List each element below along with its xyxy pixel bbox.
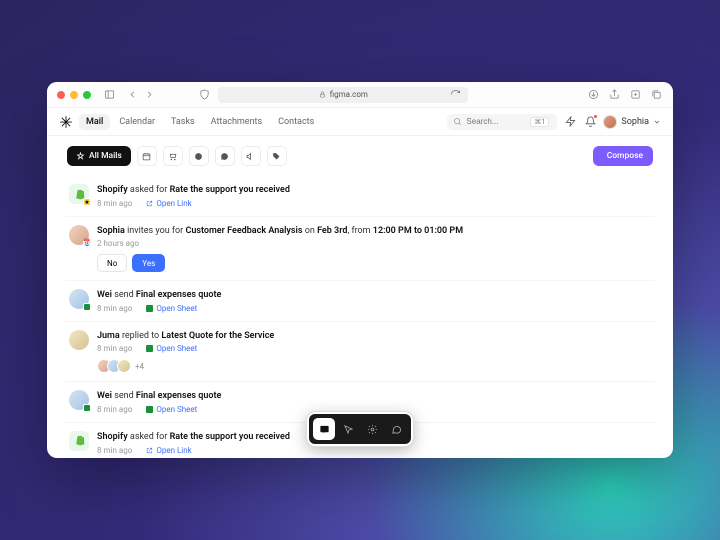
- notifications-icon[interactable]: [583, 115, 597, 129]
- filter-audio-icon[interactable]: [241, 146, 261, 166]
- tab-tasks[interactable]: Tasks: [164, 114, 202, 130]
- shopify-avatar-icon: ★: [69, 184, 89, 204]
- chevron-down-icon: [653, 118, 661, 126]
- tab-contacts[interactable]: Contacts: [271, 114, 321, 130]
- minimize-window-icon[interactable]: [70, 91, 78, 99]
- filter-tag-icon[interactable]: [267, 146, 287, 166]
- feed-time: 8 min ago: [97, 446, 132, 455]
- feed-item[interactable]: 📅 Sophia invites you for Customer Feedba…: [65, 217, 655, 282]
- open-sheet-link[interactable]: Open Sheet: [146, 405, 197, 414]
- feed-time: 8 min ago: [97, 199, 132, 208]
- decline-button[interactable]: No: [97, 254, 127, 272]
- calendar-badge-icon: 📅: [83, 239, 91, 247]
- person-avatar-icon: [69, 289, 89, 309]
- search-box[interactable]: ⌘1: [447, 114, 557, 130]
- url-text: figma.com: [330, 90, 368, 99]
- user-avatar-icon: [603, 115, 617, 129]
- app-logo-icon: [59, 115, 73, 129]
- tabs-overview-icon[interactable]: [650, 88, 663, 101]
- feed-title: Shopify asked for Rate the support you r…: [97, 184, 651, 197]
- floating-dock: [307, 412, 413, 446]
- person-avatar-icon: [69, 330, 89, 350]
- feed-item[interactable]: Juma replied to Latest Quote for the Ser…: [65, 322, 655, 383]
- person-avatar-icon: [69, 390, 89, 410]
- open-sheet-link[interactable]: Open Sheet: [146, 304, 197, 313]
- nav-tabs: Mail Calendar Tasks Attachments Contacts: [79, 114, 321, 130]
- back-icon[interactable]: [126, 88, 139, 101]
- sheet-badge-icon: [83, 404, 91, 412]
- sidebar-toggle-icon[interactable]: [103, 88, 116, 101]
- forward-icon[interactable]: [143, 88, 156, 101]
- mail-toolbar: All Mails Compose: [65, 146, 655, 166]
- feed-time: 2 hours ago: [97, 239, 139, 248]
- dock-image-icon[interactable]: [313, 418, 335, 440]
- feed-item[interactable]: ★ Shopify asked for Rate the support you…: [65, 176, 655, 217]
- user-name: Sophia: [621, 117, 649, 127]
- search-shortcut: ⌘1: [530, 117, 549, 127]
- app-header: Mail Calendar Tasks Attachments Contacts…: [47, 108, 673, 136]
- download-icon[interactable]: [587, 88, 600, 101]
- close-window-icon[interactable]: [57, 91, 65, 99]
- more-count: +4: [135, 362, 144, 371]
- dock-settings-icon[interactable]: [361, 418, 383, 440]
- accept-button[interactable]: Yes: [132, 254, 165, 272]
- app-window: figma.com Mail Calendar Tasks Attachment…: [47, 82, 673, 458]
- search-input[interactable]: [466, 117, 526, 126]
- search-icon: [453, 117, 462, 126]
- shopify-avatar-icon: [69, 431, 89, 451]
- flash-icon[interactable]: [563, 115, 577, 129]
- open-sheet-link[interactable]: Open Sheet: [146, 344, 197, 353]
- browser-chrome: figma.com: [47, 82, 673, 108]
- maximize-window-icon[interactable]: [83, 91, 91, 99]
- feed-title: Wei send Final expenses quote: [97, 289, 651, 302]
- new-tab-icon[interactable]: [629, 88, 642, 101]
- filter-calendar-icon[interactable]: [137, 146, 157, 166]
- tab-attachments[interactable]: Attachments: [204, 114, 269, 130]
- compose-button[interactable]: Compose: [593, 146, 653, 166]
- feed-title: Sophia invites you for Customer Feedback…: [97, 225, 651, 238]
- filter-chat-icon[interactable]: [215, 146, 235, 166]
- traffic-lights: [57, 91, 91, 99]
- star-badge-icon: ★: [83, 198, 91, 206]
- feed-time: 8 min ago: [97, 344, 132, 353]
- filter-clock-icon[interactable]: [189, 146, 209, 166]
- privacy-shield-icon: [198, 88, 211, 101]
- user-menu[interactable]: Sophia: [603, 115, 661, 129]
- share-icon[interactable]: [608, 88, 621, 101]
- url-bar[interactable]: figma.com: [218, 87, 468, 103]
- feed-time: 8 min ago: [97, 304, 132, 313]
- person-avatar-icon: 📅: [69, 225, 89, 245]
- feed-title: Wei send Final expenses quote: [97, 390, 651, 403]
- dock-chat-icon[interactable]: [385, 418, 407, 440]
- avatar-icon: [117, 359, 131, 373]
- sheet-badge-icon: [83, 303, 91, 311]
- dock-cursor-icon[interactable]: [337, 418, 359, 440]
- content-area: All Mails Compose ★ Shopify asked for: [47, 136, 673, 458]
- tab-mail[interactable]: Mail: [79, 114, 110, 130]
- participant-avatars: +4: [97, 359, 651, 373]
- tab-calendar[interactable]: Calendar: [112, 114, 162, 130]
- feed-time: 8 min ago: [97, 405, 132, 414]
- open-link[interactable]: Open Link: [146, 199, 191, 208]
- filter-all-mails[interactable]: All Mails: [67, 146, 131, 166]
- feed-title: Juma replied to Latest Quote for the Ser…: [97, 330, 651, 343]
- open-link[interactable]: Open Link: [146, 446, 191, 455]
- filter-cart-icon[interactable]: [163, 146, 183, 166]
- feed-item[interactable]: Wei send Final expenses quote 8 min ago·…: [65, 281, 655, 322]
- refresh-icon[interactable]: [449, 88, 462, 101]
